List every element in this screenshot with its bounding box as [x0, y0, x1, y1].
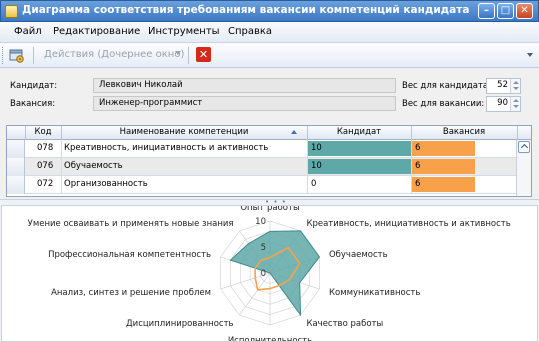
vacancy-bar [412, 177, 475, 192]
radar-chart: 10 5 0 Опыт работы Креативность, инициативно… [1, 205, 538, 342]
column-name[interactable]: Наименование компетенции [61, 127, 307, 137]
radar-category-label: Исполнительность [228, 336, 312, 341]
chevron-up-icon [520, 143, 529, 152]
column-code[interactable]: Код [25, 127, 61, 137]
candidate-bar [308, 159, 411, 174]
cell-code: 072 [37, 179, 54, 189]
cell-code: 076 [37, 161, 54, 171]
window-title: Диаграмма соответствия требованиям вакан… [22, 4, 470, 16]
candidate-value: 0 [311, 179, 317, 189]
app-icon [5, 5, 18, 18]
radar-category-label: Обучаемость [329, 250, 388, 260]
toolbar-grip[interactable] [2, 47, 5, 64]
delete-icon[interactable]: ✕ [196, 47, 211, 62]
candidate-weight-value[interactable]: 52 [497, 80, 508, 90]
radar-category-label: Умение осваивать и применять новые знани… [28, 219, 234, 229]
candidate-value: 10 [311, 161, 322, 171]
spin-down-icon[interactable] [513, 105, 519, 108]
radar-category-label: Качество работы [306, 319, 383, 329]
spin-up-icon[interactable] [513, 81, 519, 84]
cell-name: Организованность [64, 179, 148, 189]
radar-category-label: Анализ, синтез и решение проблем [51, 288, 211, 298]
table-header: Код Наименование компетенции Кандидат Ва… [7, 126, 531, 140]
spin-down-icon[interactable] [513, 87, 519, 90]
maximize-button[interactable]: □ [497, 3, 514, 19]
vacancy-bar [412, 141, 475, 156]
radar-tick-label: 10 [255, 217, 266, 227]
toolbar: Действия (Дочернее окно) ✕ [0, 43, 539, 68]
vacancy-value: 6 [415, 179, 421, 189]
row-selector[interactable] [7, 158, 25, 176]
row-selector[interactable] [7, 176, 25, 194]
candidate-weight-label: Вес для кандидата: [402, 81, 491, 91]
candidate-bar [308, 141, 411, 156]
spin-up-icon[interactable] [513, 99, 519, 102]
cell-divider [307, 176, 308, 194]
radar-category-label: Опыт работы [240, 206, 299, 213]
sort-ascending-icon [291, 130, 297, 134]
cell-name: Обучаемость [64, 161, 123, 171]
menu-file[interactable]: Файл [14, 26, 42, 37]
column-candidate[interactable]: Кандидат [307, 127, 411, 137]
menu-tools[interactable]: Инструменты [148, 26, 220, 37]
vacancy-label: Вакансия: [10, 99, 56, 109]
column-vacancy[interactable]: Вакансия [411, 127, 517, 137]
menu-bar: Файл Редактирование Инструменты Справка [0, 22, 539, 43]
column-divider [517, 126, 518, 140]
scroll-up-button[interactable] [518, 141, 530, 153]
vacancy-value: 6 [415, 143, 421, 153]
vacancy-field: Инженер-программист [93, 96, 396, 111]
candidate-label: Кандидат: [10, 81, 58, 91]
vacancy-weight-label: Вес для вакансии: [402, 99, 485, 109]
cell-divider [61, 176, 62, 194]
toolbar-overflow-icon[interactable] [527, 53, 533, 57]
candidate-weight-spinner[interactable]: 52 [486, 78, 521, 94]
cell-name: Креативность, инициативность и активност… [64, 143, 269, 153]
competency-table[interactable]: Код Наименование компетенции Кандидат Ва… [6, 125, 532, 197]
cell-divider [61, 158, 62, 176]
menu-help[interactable]: Справка [228, 26, 272, 37]
radar-category-label: Креативность, инициативность и активност… [306, 219, 510, 229]
close-button[interactable]: ✕ [516, 3, 533, 19]
actions-dropdown[interactable]: Действия (Дочернее окно) [44, 49, 184, 60]
vacancy-value: 6 [415, 161, 421, 171]
row-selector[interactable] [7, 140, 25, 158]
chevron-down-icon[interactable] [175, 51, 181, 55]
toolbar-separator [33, 47, 34, 64]
radar-category-label: Коммуникативность [329, 288, 420, 298]
spinner-buttons[interactable] [510, 97, 520, 111]
title-bar: Диаграмма соответствия требованиям вакан… [0, 0, 539, 22]
table-scrollbar[interactable] [516, 140, 531, 196]
candidate-field: Левкович Николай [93, 78, 396, 93]
spinner-buttons[interactable] [510, 79, 520, 93]
cell-code: 078 [37, 143, 54, 153]
vacancy-weight-spinner[interactable]: 90 [486, 96, 521, 112]
candidate-value: 10 [311, 143, 322, 153]
vacancy-bar [412, 159, 475, 174]
radar-tick-label: 0 [261, 269, 266, 279]
vacancy-weight-value[interactable]: 90 [497, 98, 508, 108]
radar-category-label: Дисциплинированность [126, 319, 234, 329]
radar-tick-label: 5 [261, 243, 266, 253]
info-panel: Кандидат: Левкович Николай Вакансия: Инж… [6, 72, 533, 120]
toolbar-separator [188, 47, 189, 64]
table-row[interactable]: 076 Обучаемость 10 6 [7, 158, 517, 176]
cell-divider [61, 140, 62, 158]
minimize-button[interactable]: – [478, 3, 495, 19]
table-row[interactable]: 072 Организованность 0 6 [7, 176, 517, 194]
settings-icon[interactable] [9, 48, 25, 63]
radar-category-label: Профессиональная компетентность [48, 250, 211, 260]
radar-chart-svg: 10 5 0 Опыт работы Креативность, инициативно… [28, 206, 511, 341]
menu-edit[interactable]: Редактирование [53, 26, 140, 37]
table-row[interactable]: 078 Креативность, инициативность и активн… [7, 140, 517, 158]
